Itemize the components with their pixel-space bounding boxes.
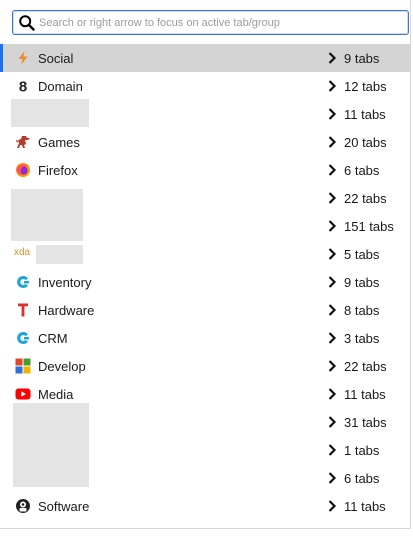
tab-count: 8 tabs bbox=[344, 303, 380, 318]
chevron-right-icon[interactable] bbox=[327, 80, 337, 92]
group-name: Media bbox=[38, 387, 74, 402]
xda-logo-icon: xda bbox=[14, 246, 31, 262]
tab-count: 5 tabs bbox=[344, 247, 380, 262]
chevron-right-icon[interactable] bbox=[327, 136, 337, 148]
xda-logo-text: xda bbox=[14, 247, 31, 258]
tab-count: 12 tabs bbox=[344, 79, 387, 94]
c-logo-icon bbox=[15, 274, 31, 290]
lightning-icon bbox=[15, 50, 31, 66]
group-row[interactable]: Hardware 8 tabs bbox=[0, 296, 411, 324]
group-row[interactable]: 8 Domain 12 tabs bbox=[0, 72, 411, 100]
group-row[interactable]: Inventory 9 tabs bbox=[0, 268, 411, 296]
tab-count: 20 tabs bbox=[344, 135, 387, 150]
group-row[interactable]: Develop 22 tabs bbox=[0, 352, 411, 380]
chevron-right-icon[interactable] bbox=[327, 276, 337, 288]
chevron-right-icon[interactable] bbox=[327, 248, 337, 260]
chevron-right-icon[interactable] bbox=[327, 472, 337, 484]
group-row[interactable]: CRM 3 tabs bbox=[0, 324, 411, 352]
tab-count: 22 tabs bbox=[344, 191, 387, 206]
redacted-block bbox=[13, 403, 89, 487]
group-name: Games bbox=[38, 135, 80, 150]
search-icon bbox=[19, 15, 35, 31]
tab-count: 9 tabs bbox=[344, 275, 380, 290]
group-row[interactable]: Firefox 6 tabs bbox=[0, 156, 411, 184]
redacted-block bbox=[11, 189, 83, 241]
chevron-right-icon[interactable] bbox=[327, 108, 337, 120]
tab-count: 6 tabs bbox=[344, 163, 380, 178]
chevron-right-icon[interactable] bbox=[327, 52, 337, 64]
group-name: Inventory bbox=[38, 275, 92, 290]
chevron-right-icon[interactable] bbox=[327, 360, 337, 372]
search-box[interactable] bbox=[12, 10, 409, 35]
svg-text:8: 8 bbox=[19, 79, 27, 95]
group-name: Domain bbox=[38, 79, 83, 94]
group-row[interactable]: Software 11 tabs bbox=[0, 492, 411, 520]
group-row[interactable]: Social 9 tabs bbox=[0, 44, 411, 72]
t-logo-icon bbox=[15, 302, 31, 318]
tab-count: 6 tabs bbox=[344, 471, 380, 486]
chevron-right-icon[interactable] bbox=[327, 164, 337, 176]
redacted-block bbox=[11, 99, 89, 127]
group-name: Social bbox=[38, 51, 74, 66]
redacted-block bbox=[36, 245, 83, 264]
group-name: Hardware bbox=[38, 303, 95, 318]
group-name: Develop bbox=[38, 359, 86, 374]
chevron-right-icon[interactable] bbox=[327, 388, 337, 400]
search-input[interactable] bbox=[37, 13, 399, 32]
group-row[interactable]: Games 20 tabs bbox=[0, 128, 411, 156]
dinosaur-icon bbox=[15, 134, 31, 150]
chevron-right-icon[interactable] bbox=[327, 220, 337, 232]
tab-count: 9 tabs bbox=[344, 51, 380, 66]
group-name: CRM bbox=[38, 331, 68, 346]
tab-count: 1 tabs bbox=[344, 443, 380, 458]
tab-count: 31 tabs bbox=[344, 415, 387, 430]
youtube-icon bbox=[15, 386, 31, 402]
tab-count: 3 tabs bbox=[344, 331, 380, 346]
group-name: Firefox bbox=[38, 163, 78, 178]
domain-8-icon: 8 bbox=[15, 78, 31, 96]
chevron-right-icon[interactable] bbox=[327, 304, 337, 316]
chevron-right-icon[interactable] bbox=[327, 332, 337, 344]
tab-count: 11 tabs bbox=[344, 107, 386, 122]
group-name: Software bbox=[38, 499, 90, 514]
chevron-right-icon[interactable] bbox=[327, 444, 337, 456]
windows-tiles-icon bbox=[15, 358, 31, 374]
chevron-right-icon[interactable] bbox=[327, 500, 337, 512]
tab-count: 151 tabs bbox=[344, 219, 394, 234]
tab-count: 11 tabs bbox=[344, 499, 386, 514]
tab-groups-panel: Social 9 tabs 8 Domain 12 tabs 11 tabs Games 20… bbox=[0, 0, 411, 529]
software-icon bbox=[15, 498, 31, 514]
chevron-right-icon[interactable] bbox=[327, 192, 337, 204]
firefox-icon bbox=[15, 162, 31, 178]
chevron-right-icon[interactable] bbox=[327, 416, 337, 428]
tab-count: 11 tabs bbox=[344, 387, 386, 402]
c-logo-icon bbox=[15, 330, 31, 346]
tab-count: 22 tabs bbox=[344, 359, 387, 374]
